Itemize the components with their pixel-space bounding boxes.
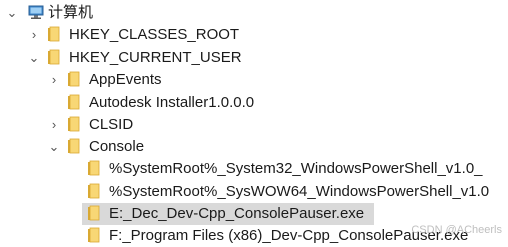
tree-row-hkcr[interactable]: › HKEY_CLASSES_ROOT [0,24,508,46]
tree-row-console[interactable]: ⌄ Console [0,136,508,158]
tree-row-hkcu[interactable]: ⌄ HKEY_CURRENT_USER [0,47,508,69]
folder-icon [88,183,100,199]
folder-icon [68,116,80,132]
chevron-down-icon[interactable]: ⌄ [48,140,60,154]
chevron-down-icon[interactable]: ⌄ [6,6,18,20]
registry-tree: ⌄ 计算机 › HKEY_CLASSES_ROOT ⌄ HKEY_CURRENT… [0,0,508,245]
tree-row-appevents[interactable]: › AppEvents [0,69,508,91]
tree-label-hkcu: HKEY_CURRENT_USER [69,49,242,66]
tree-row-console-child-selected[interactable]: E:_Dec_Dev-Cpp_ConsolePauser.exe [0,203,508,225]
tree-label-console-child: E:_Dec_Dev-Cpp_ConsolePauser.exe [109,205,365,222]
tree-label-computer: 计算机 [48,4,94,21]
tree-label-hkcr: HKEY_CLASSES_ROOT [69,26,240,43]
chevron-right-icon[interactable]: › [28,28,40,42]
tree-row-clsid[interactable]: › CLSID [0,114,508,136]
tree-row-computer[interactable]: ⌄ 计算机 [0,2,508,24]
folder-icon [48,26,60,42]
tree-label-appevents: AppEvents [89,71,162,88]
chevron-right-icon[interactable]: › [48,73,60,87]
tree-label-console-child: %SystemRoot%_System32_WindowsPowerShell_… [109,160,483,177]
folder-icon [68,71,80,87]
tree-label-autodesk: Autodesk Installer1.0.0.0 [89,94,255,111]
folder-icon [88,205,100,221]
tree-label-console: Console [89,138,145,155]
folder-icon [68,138,80,154]
chevron-right-icon[interactable]: › [48,118,60,132]
tree-label-clsid: CLSID [89,116,134,133]
folder-icon [48,49,60,65]
computer-icon [28,5,44,19]
folder-icon [68,94,80,110]
tree-row-autodesk[interactable]: Autodesk Installer1.0.0.0 [0,92,508,114]
folder-icon [88,160,100,176]
tree-row-console-child[interactable]: %SystemRoot%_SysWOW64_WindowsPowerShell_… [0,181,508,203]
folder-icon [88,227,100,243]
tree-row-console-child[interactable]: %SystemRoot%_System32_WindowsPowerShell_… [0,158,508,180]
watermark: CSDN @ACheerls [411,224,502,236]
tree-label-console-child: %SystemRoot%_SysWOW64_WindowsPowerShell_… [109,183,490,200]
chevron-down-icon[interactable]: ⌄ [28,51,40,65]
